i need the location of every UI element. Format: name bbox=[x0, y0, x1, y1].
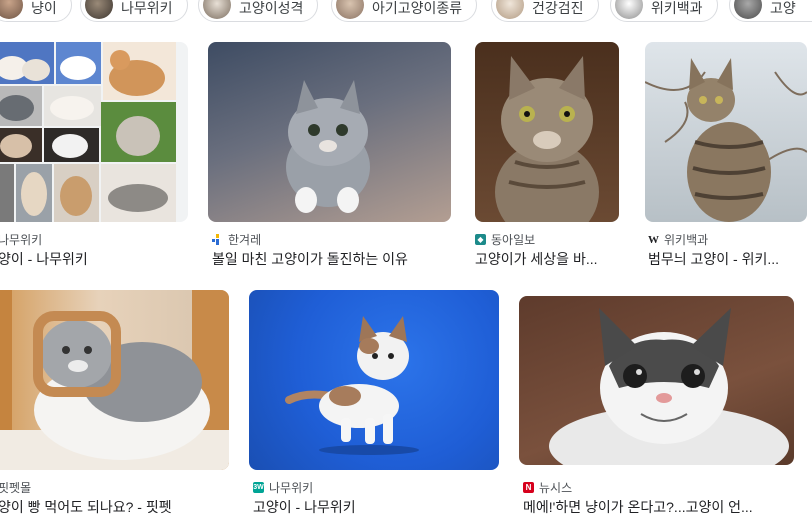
result-source[interactable]: 3W 나무위키 bbox=[253, 479, 313, 496]
chip-nyangi[interactable]: 냥이 bbox=[0, 0, 72, 22]
cat-thumbnail-icon bbox=[336, 0, 364, 19]
chip-wikipedia[interactable]: 위키백과 bbox=[610, 0, 718, 22]
result-title[interactable]: 고양이 - 나무위키 bbox=[253, 497, 498, 517]
result-title[interactable]: 고양이가 세상을 바... bbox=[475, 249, 625, 269]
donga-icon: ◆ bbox=[475, 234, 486, 245]
result-image-smiling-cat[interactable] bbox=[519, 296, 794, 465]
source-name: 나무위키 bbox=[269, 481, 314, 495]
bread-cat-image bbox=[0, 290, 229, 470]
source-name: 동아일보 bbox=[491, 233, 536, 247]
source-name: 위키백과 bbox=[664, 233, 709, 247]
leaping-kitten-image bbox=[286, 80, 370, 213]
result-title[interactable]: 볼일 마친 고양이가 돌진하는 이유 bbox=[212, 249, 452, 269]
result-title[interactable]: 양이 빵 먹어도 되나요? - 핏펫 bbox=[0, 497, 230, 517]
result-source[interactable]: 나무위키 bbox=[0, 231, 42, 248]
chip-personality[interactable]: 고양이성격 bbox=[198, 0, 319, 22]
chip-label: 위키백과 bbox=[651, 0, 703, 16]
result-source[interactable]: N 뉴시스 bbox=[523, 479, 572, 496]
newsis-icon: N bbox=[523, 482, 534, 493]
result-source[interactable]: 핏펫몰 bbox=[0, 479, 31, 496]
hani-icon bbox=[212, 234, 223, 245]
chip-namuwiki[interactable]: 나무위키 bbox=[80, 0, 188, 22]
cat-thumbnail-icon bbox=[0, 0, 23, 19]
cat-thumbnail-icon bbox=[203, 0, 231, 19]
result-image-bread-cat[interactable] bbox=[0, 290, 229, 470]
cat-collage-image bbox=[0, 42, 176, 222]
result-title[interactable]: 범무늬 고양이 - 위키... bbox=[648, 249, 808, 269]
result-source[interactable]: 한겨레 bbox=[212, 231, 261, 248]
result-title[interactable]: 메에!'하면 냥이가 온다고?...고양이 언... bbox=[523, 497, 793, 517]
smiling-cat-image bbox=[549, 308, 789, 465]
chip-label: 아기고양이종류 bbox=[372, 0, 463, 16]
wikipedia-icon: W bbox=[648, 233, 659, 246]
related-search-chips: 냥이 나무위키 고양이성격 아기고양이종류 건강검진 위키백과 고양 bbox=[0, 0, 812, 30]
result-title[interactable]: 양이 - 나무위키 bbox=[0, 249, 188, 269]
tabby-cat-image bbox=[495, 56, 599, 222]
chip-label: 고양 bbox=[770, 0, 796, 16]
source-name: 뉴시스 bbox=[539, 481, 573, 495]
source-name: 핏펫몰 bbox=[0, 481, 32, 495]
result-image-sitting-tabby[interactable] bbox=[645, 42, 807, 222]
namuwiki-icon: 3W bbox=[253, 482, 264, 493]
chip-label: 냥이 bbox=[31, 0, 57, 16]
chip-label: 고양이성격 bbox=[239, 0, 304, 16]
source-name: 나무위키 bbox=[0, 233, 43, 247]
result-image-cat-collage[interactable] bbox=[0, 42, 188, 222]
result-image-leaping-kitten[interactable] bbox=[208, 42, 451, 222]
result-image-tabby-looking-up[interactable] bbox=[475, 42, 619, 222]
cat-thumbnail-icon bbox=[85, 0, 113, 19]
result-source[interactable]: ◆ 동아일보 bbox=[475, 231, 535, 248]
cat-thumbnail-icon bbox=[734, 0, 762, 19]
chip-kitten-types[interactable]: 아기고양이종류 bbox=[331, 0, 478, 22]
cat-thumbnail-icon bbox=[615, 0, 643, 19]
sitting-tabby-image bbox=[645, 58, 807, 222]
chip-label: 나무위키 bbox=[121, 0, 173, 16]
cat-thumbnail-icon bbox=[496, 0, 524, 19]
chip-health-checkup[interactable]: 건강검진 bbox=[491, 0, 599, 22]
result-image-kitten-blue-background[interactable] bbox=[249, 290, 499, 470]
source-name: 한겨레 bbox=[228, 233, 262, 247]
chip-label: 건강검진 bbox=[532, 0, 584, 16]
chip-goyang[interactable]: 고양 bbox=[729, 0, 812, 22]
result-source[interactable]: W 위키백과 bbox=[648, 231, 708, 248]
kitten-blue-image bbox=[285, 316, 419, 455]
